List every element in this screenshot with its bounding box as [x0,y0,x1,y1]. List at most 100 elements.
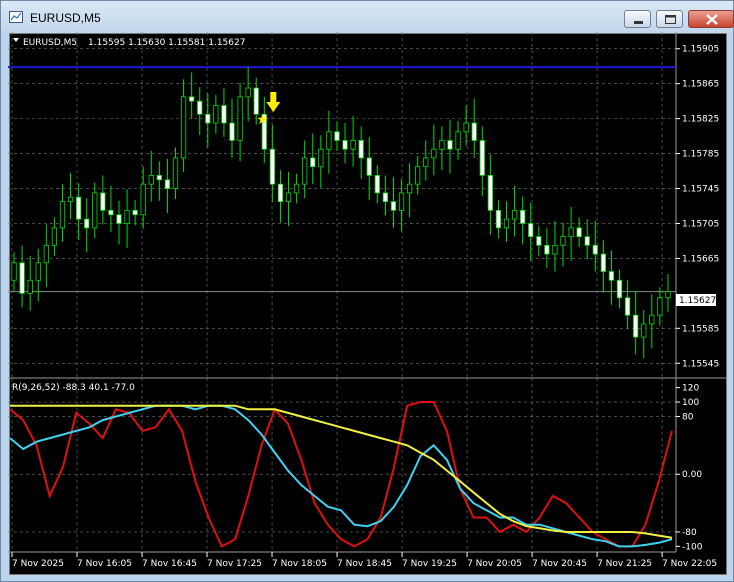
candle-body [463,122,469,133]
candle-body [116,214,122,224]
chart-canvas[interactable]: ★ 1.159051.158651.158251.157851.157451.1… [8,32,726,574]
price-tick-label: 1.15585 [682,324,719,334]
candle-body [285,192,292,203]
close-button[interactable] [688,10,734,28]
candle-body [172,157,179,189]
candle-body [253,87,259,115]
title-bar[interactable]: EURUSD,M5 [1,1,734,33]
price-tick-label: 1.15705 [682,219,719,229]
time-tick-label: 7 Nov 18:05 [272,559,327,569]
candle-body [76,196,82,220]
candle-body [407,183,413,194]
candle-body [326,131,332,150]
star-icon: ★ [256,112,269,128]
candle-body [487,175,493,211]
indicator-tick-label: 0.00 [682,470,702,480]
candle-body [350,140,356,150]
time-tick-label: 7 Nov 2025 [12,559,64,569]
candle-body [633,314,639,338]
time-tick-label: 7 Nov 22:05 [662,559,717,569]
candle-body [124,209,130,224]
candle-body [229,122,235,141]
candle-body [43,244,49,264]
candle-body [657,297,663,316]
candle-body [423,157,429,168]
time-tick-label: 7 Nov 18:45 [337,559,392,569]
candle-body [608,271,615,281]
time-tick-label: 7 Nov 21:25 [597,559,652,569]
time-tick-label: 7 Nov 20:45 [532,559,587,569]
indicator-tick-label: -80 [682,528,697,538]
time-tick-label: 7 Nov 20:05 [467,559,522,569]
current-price-badge: 1.15627 [676,294,716,306]
candle-body [431,148,437,159]
maximize-button[interactable] [656,10,683,28]
candle-body [51,227,58,246]
current-price-value: 1.15627 [679,296,716,306]
candle-body [164,179,171,189]
candle-body [197,100,203,115]
time-axis[interactable]: 7 Nov 2025 7 Nov 16:05 7 Nov 16:45 7 Nov 17… [11,552,717,569]
candle-body [27,279,33,294]
indicator-label: R(9,26,52) -88.3 40.1 -77.0 [12,383,135,393]
candlestick-series[interactable] [11,67,671,359]
price-tick-label: 1.15665 [682,254,719,264]
price-tick-label: 1.15905 [682,45,719,55]
price-axis[interactable]: 1.15905 1.15865 1.15825 1.15785 1.15745 1.157… [676,45,719,370]
candle-body [665,291,671,299]
indicator-axis: 120 100 80 0.00 -80 -100 [676,384,703,552]
candle-body [398,192,405,211]
indicator-grid [8,378,676,552]
maximize-icon [665,15,676,24]
candle-body [415,166,421,185]
price-tick-label: 1.15745 [682,185,719,195]
time-tick-label: 7 Nov 19:25 [402,559,457,569]
candle-body [59,201,66,229]
indicator-tick-label: 80 [682,412,694,422]
candle-body [293,183,300,194]
candle-body [511,209,518,220]
price-tick-label: 1.15785 [682,150,719,160]
candle-body [277,183,284,203]
indicator-tick-label: 120 [682,384,699,394]
candle-body [67,196,74,203]
signal-arrow: ★ [256,92,281,128]
symbol-label: EURUSD,M5 [23,38,77,48]
candle-body [269,148,275,185]
candle-body [358,140,364,159]
candle-body [624,297,631,316]
candle-body [374,175,380,194]
candle-body [35,262,41,281]
candle-body [447,140,453,150]
ohlc-label: 1.15595 1.15630 1.15581 1.15627 [88,38,245,48]
candle-body [205,113,211,124]
candle-body [92,192,98,229]
price-tick-label: 1.15545 [682,359,719,369]
candle-body [19,262,25,294]
candle-body [140,183,146,216]
candle-body [100,192,106,211]
candle-body [495,209,502,229]
candle-body [213,105,219,124]
candle-body [318,148,324,168]
candle-body [189,96,195,102]
candle-body [334,131,340,141]
candle-body [576,227,582,237]
candle-body [11,262,17,281]
minimize-button[interactable] [624,10,651,28]
candle-body [584,236,590,246]
candle-body [479,140,485,176]
candle-body [536,236,542,246]
price-tick-label: 1.15865 [682,80,719,90]
dropdown-triangle-icon[interactable] [13,38,19,42]
candle-body [649,314,655,325]
indicator-tick-label: 100 [682,398,699,408]
candle-body [148,175,154,185]
candle-body [641,323,647,338]
time-tick-label: 7 Nov 17:25 [207,559,262,569]
candle-body [310,157,316,168]
candle-body [237,96,243,141]
candle-body [382,192,389,203]
candle-body [503,218,510,229]
minimize-icon [634,21,643,24]
